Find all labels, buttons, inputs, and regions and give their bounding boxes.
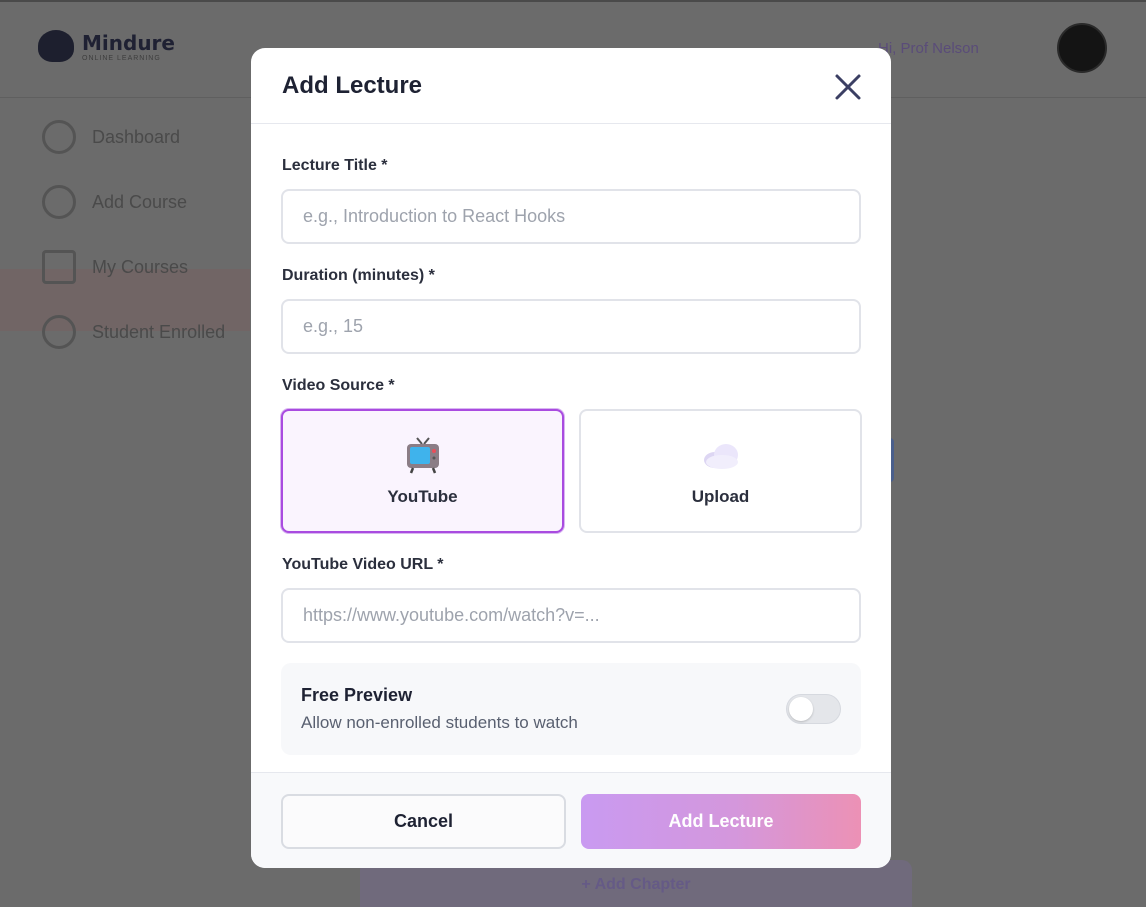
duration-label: Duration (minutes) *: [282, 267, 435, 284]
user-greeting: Hi, Prof Nelson: [878, 40, 979, 57]
home-icon: [42, 120, 76, 154]
sidebar-item-dashboard: Dashboard: [42, 117, 180, 157]
add-lecture-modal: Add Lecture Lecture Title * Duration (mi…: [251, 48, 891, 868]
add-lecture-button[interactable]: Add Lecture: [581, 794, 861, 849]
toggle-knob: [789, 697, 813, 721]
free-preview-toggle[interactable]: [786, 694, 841, 724]
free-preview-description: Allow non-enrolled students to watch: [301, 713, 578, 732]
tv-icon: [406, 437, 439, 474]
logo: Mindure ONLINE LEARNING: [38, 30, 175, 62]
lecture-title-input[interactable]: [281, 189, 861, 244]
free-preview-title: Free Preview: [301, 685, 413, 705]
user-icon: [42, 315, 76, 349]
free-preview-panel: Free Preview Allow non-enrolled students…: [281, 663, 861, 755]
sidebar-item-add-course: Add Course: [42, 182, 187, 222]
modal-title: Add Lecture: [282, 72, 423, 99]
video-source-label: Video Source *: [282, 377, 395, 394]
close-icon: [835, 74, 861, 100]
sidebar-item-my-courses: My Courses: [42, 247, 188, 287]
source-option-youtube[interactable]: YouTube: [281, 409, 564, 533]
upload-label: Upload: [691, 487, 750, 506]
background-sidebar: Dashboard Add Course My Courses Student …: [0, 99, 250, 907]
avatar: [1057, 23, 1107, 73]
modal-footer: Cancel Add Lecture: [251, 772, 891, 868]
plus-circle-icon: [42, 185, 76, 219]
book-icon: [42, 250, 76, 284]
logo-name: Mindure: [82, 30, 175, 55]
duration-input[interactable]: [281, 299, 861, 354]
youtube-url-input[interactable]: [281, 588, 861, 643]
modal-header: Add Lecture: [251, 48, 891, 124]
logo-icon: [38, 30, 74, 62]
sidebar-item-student-enrolled: Student Enrolled: [42, 312, 225, 352]
source-option-upload[interactable]: Upload: [579, 409, 862, 533]
close-button[interactable]: [831, 70, 865, 104]
lecture-title-label: Lecture Title *: [282, 157, 388, 174]
youtube-label: YouTube: [387, 487, 458, 506]
youtube-url-label: YouTube Video URL *: [282, 556, 444, 573]
logo-subtitle: ONLINE LEARNING: [82, 54, 161, 62]
cancel-button[interactable]: Cancel: [281, 794, 566, 849]
cloud-icon: [703, 444, 738, 469]
